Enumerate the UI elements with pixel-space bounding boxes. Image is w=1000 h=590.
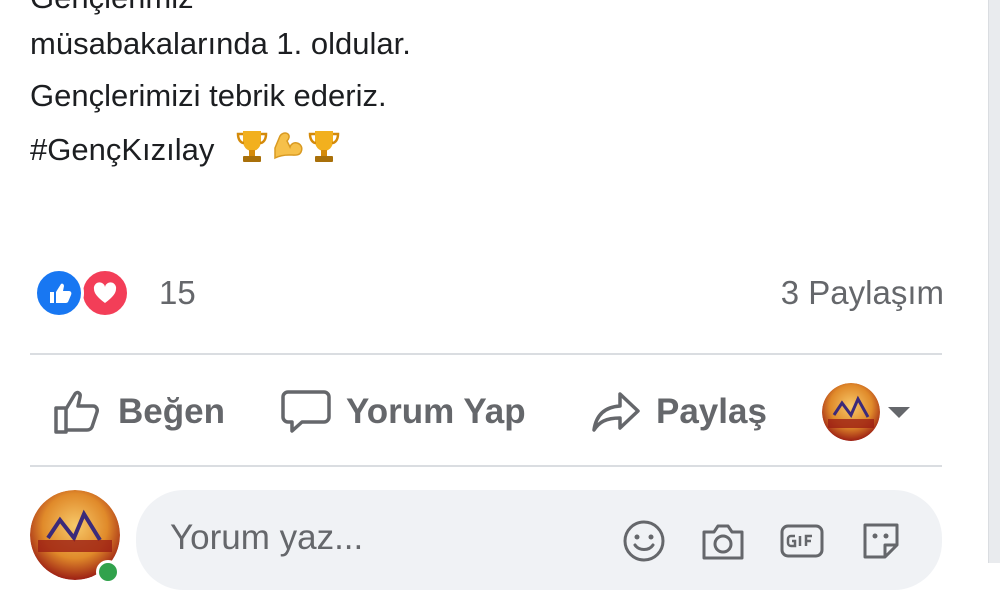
chevron-down-icon xyxy=(888,406,910,418)
post-as-selector[interactable] xyxy=(822,380,910,444)
trophy-icon xyxy=(308,131,340,162)
post-line-partial: Gençlerimiz xyxy=(30,0,194,18)
share-button[interactable]: Paylaş xyxy=(590,380,767,444)
post-line-2: Gençlerimizi tebrik ederiz. xyxy=(30,78,387,113)
flexed-biceps-icon xyxy=(274,132,303,160)
divider xyxy=(30,465,942,467)
comment-box[interactable] xyxy=(136,490,942,590)
sticker-icon[interactable] xyxy=(858,518,904,564)
comment-composer xyxy=(30,490,942,590)
reaction-count[interactable]: 15 xyxy=(159,274,196,312)
comment-input[interactable] xyxy=(170,518,570,558)
gif-icon[interactable] xyxy=(779,518,825,564)
comment-button[interactable]: Yorum Yap xyxy=(280,380,526,444)
thumbs-up-icon xyxy=(54,390,99,434)
comment-label: Yorum Yap xyxy=(346,392,526,431)
love-reaction-icon[interactable] xyxy=(80,268,130,318)
share-label: Paylaş xyxy=(656,392,767,431)
share-arrow-icon xyxy=(592,392,640,432)
comment-bubble-icon xyxy=(281,390,331,433)
like-button[interactable]: Beğen xyxy=(52,380,225,444)
online-status-dot xyxy=(96,560,120,584)
like-label: Beğen xyxy=(118,392,225,431)
hashtag-link[interactable]: #GençKızılay xyxy=(30,132,214,167)
composer-tools xyxy=(621,518,904,564)
page-avatar xyxy=(822,383,880,441)
camera-icon[interactable] xyxy=(700,518,746,564)
trophy-icon xyxy=(236,131,268,162)
divider xyxy=(30,353,942,355)
action-bar: Beğen Yorum Yap Paylaş xyxy=(30,370,942,454)
reactions-bar: 15 3 Paylaşım xyxy=(34,268,944,320)
post-line-hashtag: #GençKızılay xyxy=(30,128,341,170)
share-count[interactable]: 3 Paylaşım xyxy=(781,274,944,312)
scrollbar[interactable] xyxy=(988,0,1000,563)
like-reaction-icon[interactable] xyxy=(34,268,84,318)
smile-icon[interactable] xyxy=(621,518,667,564)
post-line-1: müsabakalarında 1. oldular. xyxy=(30,26,411,61)
